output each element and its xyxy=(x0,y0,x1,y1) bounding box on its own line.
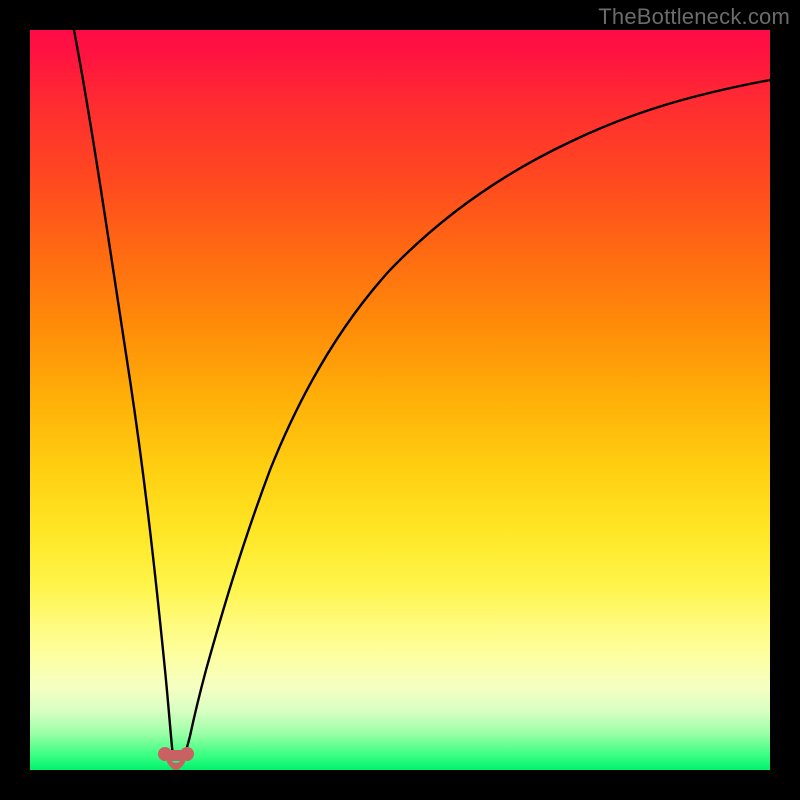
watermark-text: TheBottleneck.com xyxy=(598,4,790,30)
bottleneck-curve xyxy=(74,30,770,760)
curve-layer xyxy=(30,30,770,770)
chart-frame: TheBottleneck.com xyxy=(0,0,800,800)
plot-area xyxy=(30,30,770,770)
optimal-zone-marker xyxy=(158,747,194,770)
